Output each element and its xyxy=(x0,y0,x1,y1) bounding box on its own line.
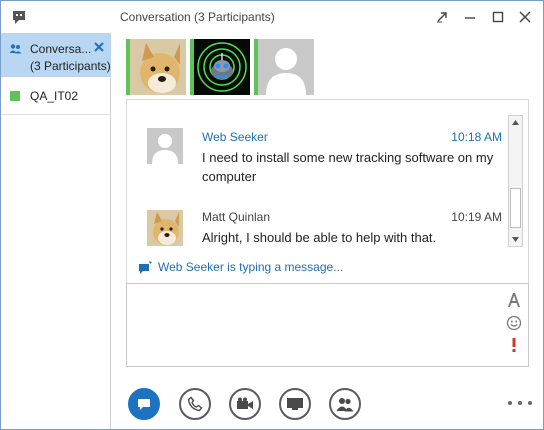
doge-avatar-icon xyxy=(147,210,183,246)
message-sender: Matt Quinlan xyxy=(202,210,271,224)
sidebar-item-conversation[interactable]: Conversa... (3 Participants) xyxy=(1,33,111,77)
present-icon xyxy=(287,398,303,410)
video-icon xyxy=(237,397,253,409)
sidebar-item-label: Conversa... xyxy=(30,42,92,56)
scroll-thumb[interactable] xyxy=(510,188,521,228)
sidebar-item-label: QA_IT02 xyxy=(30,89,79,103)
message-text: I need to install some new tracking soft… xyxy=(202,150,494,184)
conversation-history: Web Seeker 10:18 AM I need to install so… xyxy=(126,99,529,283)
radar-robot-avatar-icon xyxy=(194,39,250,95)
high-importance-icon[interactable] xyxy=(506,337,522,353)
group-icon xyxy=(9,43,22,55)
default-person-icon xyxy=(258,39,314,95)
message-sender: Web Seeker xyxy=(202,130,268,144)
im-icon xyxy=(138,399,150,410)
maximize-button[interactable] xyxy=(487,7,509,27)
participants-icon xyxy=(336,398,354,412)
close-button[interactable] xyxy=(514,7,536,27)
participants-button[interactable] xyxy=(329,388,361,420)
window-title: Conversation (3 Participants) xyxy=(120,10,275,24)
phone-icon xyxy=(187,396,203,412)
sidebar-item-qa-it02[interactable]: QA_IT02 xyxy=(1,77,111,115)
sidebar-item-sublabel: (3 Participants) xyxy=(30,59,111,73)
conversation-sidebar: Conversa... (3 Participants) QA_IT02 xyxy=(1,33,111,429)
im-button[interactable] xyxy=(128,388,160,420)
presence-available-icon xyxy=(10,91,20,101)
participant-avatar[interactable] xyxy=(190,39,250,95)
emoticon-icon[interactable] xyxy=(506,315,522,331)
message-input[interactable] xyxy=(127,284,497,366)
call-button[interactable] xyxy=(179,388,211,420)
minimize-button[interactable] xyxy=(459,7,481,27)
participant-avatar[interactable] xyxy=(126,39,186,95)
conversation-window: Conversation (3 Participants) Conversa..… xyxy=(0,0,544,430)
pop-out-icon xyxy=(437,12,447,23)
scroll-up-icon[interactable] xyxy=(509,116,522,129)
close-icon xyxy=(519,11,531,23)
maximize-icon xyxy=(492,11,504,23)
more-options-icon[interactable] xyxy=(508,396,532,410)
font-icon[interactable] xyxy=(506,292,522,308)
video-button[interactable] xyxy=(229,388,261,420)
message-text: Alright, I should be able to help with t… xyxy=(202,230,437,245)
present-button[interactable] xyxy=(279,388,311,420)
pop-out-button[interactable] xyxy=(431,7,453,27)
doge-avatar-icon xyxy=(130,39,186,95)
conversation-scrollbar[interactable] xyxy=(508,115,523,247)
minimize-icon xyxy=(465,17,475,19)
message-time: 10:19 AM xyxy=(451,210,502,224)
chat-app-icon xyxy=(11,9,27,25)
scroll-down-icon[interactable] xyxy=(509,233,522,246)
message-list: Web Seeker 10:18 AM I need to install so… xyxy=(127,100,507,252)
default-person-icon xyxy=(147,128,183,164)
message-time: 10:18 AM xyxy=(451,130,502,144)
typing-icon xyxy=(139,261,152,274)
compose-area xyxy=(126,283,529,367)
participant-avatar[interactable] xyxy=(254,39,314,95)
close-conversation-icon[interactable] xyxy=(93,41,105,53)
title-bar: Conversation (3 Participants) xyxy=(1,1,543,33)
typing-indicator-text: Web Seeker is typing a message... xyxy=(158,260,344,274)
